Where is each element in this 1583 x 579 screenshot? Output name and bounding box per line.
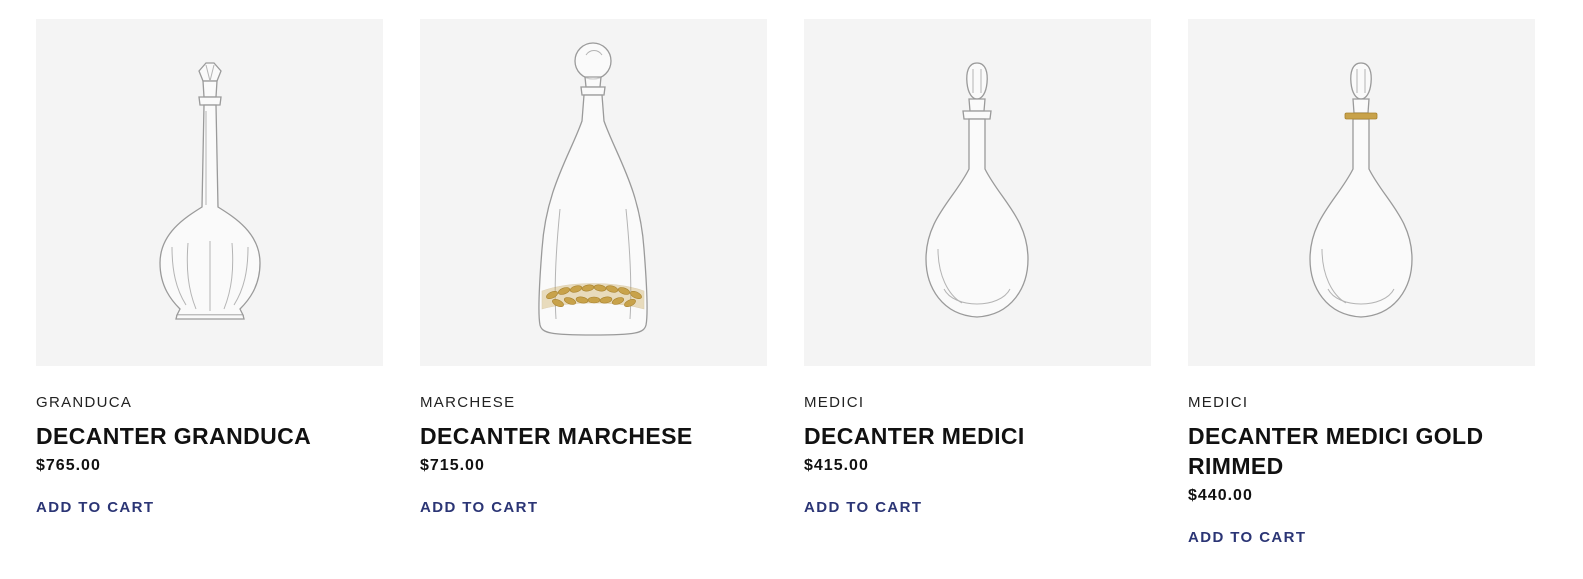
product-price: $715.00	[420, 457, 485, 474]
product-collection: MEDICI	[1188, 394, 1249, 411]
product-image-link[interactable]	[36, 19, 383, 366]
product-title[interactable]: DECANTER MEDICI GOLD RIMMED	[1188, 421, 1535, 481]
product-collection: MEDICI	[804, 394, 865, 411]
decanter-medici-image	[925, 62, 1029, 318]
product-collection: GRANDUCA	[36, 394, 133, 411]
product-card: GRANDUCA DECANTER GRANDUCA $765.00 ADD T…	[36, 19, 383, 517]
product-title[interactable]: DECANTER GRANDUCA	[36, 421, 383, 451]
product-grid: GRANDUCA DECANTER GRANDUCA $765.00 ADD T…	[0, 0, 1583, 579]
product-price: $765.00	[36, 457, 101, 474]
product-title[interactable]: DECANTER MEDICI	[804, 421, 1151, 451]
product-image-link[interactable]	[804, 19, 1151, 366]
add-to-cart-button[interactable]: ADD TO CART	[804, 499, 922, 517]
decanter-medici-gold-image	[1309, 62, 1413, 318]
product-price: $415.00	[804, 457, 869, 474]
product-price: $440.00	[1188, 487, 1253, 504]
add-to-cart-button[interactable]: ADD TO CART	[1188, 529, 1306, 547]
add-to-cart-button[interactable]: ADD TO CART	[36, 499, 154, 517]
decanter-marchese-image	[538, 42, 648, 336]
product-card: MARCHESE DECANTER MARCHESE $715.00 ADD T…	[420, 19, 767, 517]
product-card: MEDICI DECANTER MEDICI $415.00 ADD TO CA…	[804, 19, 1151, 517]
product-collection: MARCHESE	[420, 394, 516, 411]
add-to-cart-button[interactable]: ADD TO CART	[420, 499, 538, 517]
product-card: MEDICI DECANTER MEDICI GOLD RIMMED $440.…	[1188, 19, 1535, 547]
product-title[interactable]: DECANTER MARCHESE	[420, 421, 767, 451]
product-image-link[interactable]	[1188, 19, 1535, 366]
product-image-link[interactable]	[420, 19, 767, 366]
decanter-granduca-image	[159, 62, 261, 320]
